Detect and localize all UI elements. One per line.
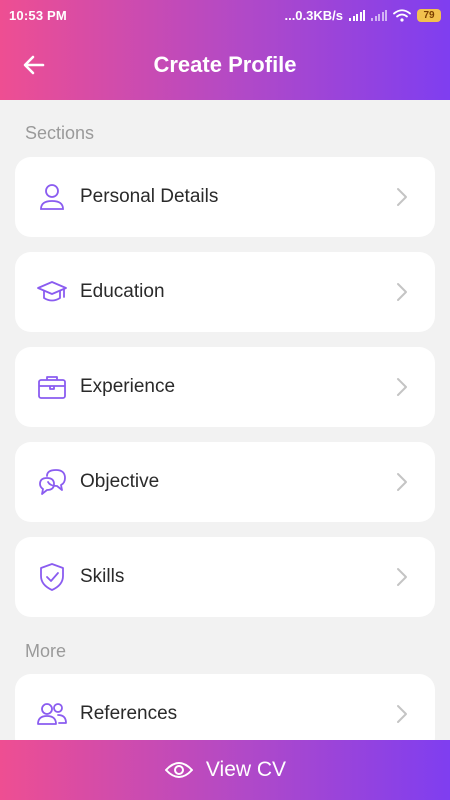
briefcase-icon: [36, 371, 68, 403]
person-icon: [36, 181, 68, 213]
view-cv-button[interactable]: View CV: [0, 740, 450, 800]
view-cv-label: View CV: [205, 758, 287, 781]
more-heading: More: [25, 641, 67, 661]
sections-heading: Sections: [25, 123, 95, 143]
wifi-icon: [393, 8, 411, 22]
section-item-objective[interactable]: Objective: [15, 442, 435, 522]
chevron-right-icon: [393, 471, 411, 493]
section-item-personal-details[interactable]: Personal Details: [15, 157, 435, 237]
eye-icon: [164, 762, 193, 778]
status-bar: 10:53 PM ...0.3KB/s 79: [0, 0, 450, 30]
chevron-right-icon: [393, 703, 411, 725]
section-item-label: Experience: [80, 376, 176, 397]
section-item-label: Objective: [80, 471, 160, 492]
chevron-right-icon: [393, 186, 411, 208]
status-time: 10:53 PM: [9, 7, 67, 23]
section-item-skills[interactable]: Skills: [15, 537, 435, 617]
graduation-cap-icon: [36, 276, 68, 308]
create-profile-screen: 10:53 PM ...0.3KB/s 79 Create Profile Se…: [0, 0, 450, 800]
page-title: Create Profile: [153, 52, 297, 77]
section-item-label: References: [80, 703, 178, 724]
shield-check-icon: [36, 561, 68, 593]
signal-icon: [349, 9, 365, 21]
status-indicators: ...0.3KB/s 79: [284, 8, 441, 23]
section-item-label: Skills: [80, 566, 125, 587]
battery-indicator: 79: [417, 8, 441, 22]
section-item-education[interactable]: Education: [15, 252, 435, 332]
chevron-right-icon: [393, 376, 411, 398]
app-bar: Create Profile: [0, 30, 450, 100]
signal-icon-2: [371, 9, 387, 21]
chat-bubbles-icon: [36, 466, 68, 498]
top-bar: 10:53 PM ...0.3KB/s 79 Create Profile: [0, 0, 450, 100]
chevron-right-icon: [393, 281, 411, 303]
section-item-label: Education: [80, 281, 165, 302]
arrow-left-icon: [23, 55, 45, 75]
chevron-right-icon: [393, 566, 411, 588]
section-item-label: Personal Details: [80, 186, 219, 207]
section-item-experience[interactable]: Experience: [15, 347, 435, 427]
network-speed: ...0.3KB/s: [284, 7, 343, 23]
people-icon: [36, 698, 68, 730]
back-button[interactable]: [16, 47, 52, 83]
